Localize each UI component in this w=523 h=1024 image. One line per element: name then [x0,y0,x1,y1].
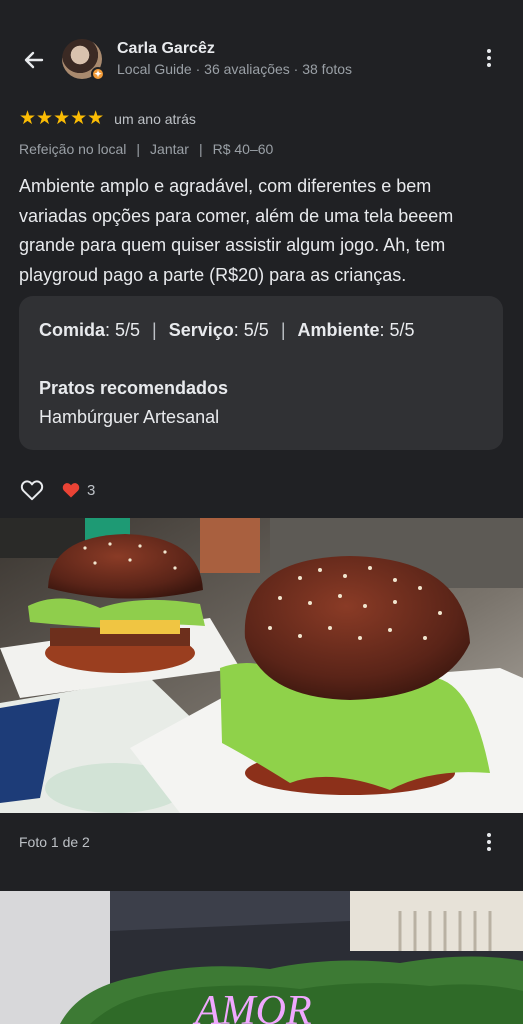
reaction-count-value: 3 [87,481,96,499]
arrow-left-icon [24,51,44,69]
more-vert-icon [479,45,499,67]
star-rating: ★★★★★ [19,108,105,129]
review-header: ✦ Carla Garcêz Local Guide · 36 avaliaçõ… [0,0,523,100]
photo-more-options-button[interactable] [479,829,499,857]
heart-outline-icon [20,480,44,501]
back-button[interactable] [18,44,50,76]
neon-sign-text: AMOR [192,988,312,1024]
tag-price: R$ 40–60 [212,141,274,157]
review-tags: Refeição no local | Jantar | R$ 40–60 [19,141,273,157]
review-date: um ano atrás [114,110,196,127]
review-photo-burgers[interactable] [0,518,523,813]
aspect-scores: Comida: 5/5 | Serviço: 5/5 | Ambiente: 5… [39,320,415,341]
more-options-button[interactable] [479,45,499,73]
heart-filled-icon [62,483,80,498]
review-details-card: Comida: 5/5 | Serviço: 5/5 | Ambiente: 5… [19,296,503,450]
more-vert-icon [479,829,499,851]
rating-row: ★★★★★ um ano atrás [19,107,196,130]
reaction-bar: 3 [19,477,95,503]
local-guide-badge-icon: ✦ [91,67,105,81]
score-value-service: : 5/5 [233,320,269,340]
score-value-ambience: : 5/5 [379,320,415,340]
reaction-count[interactable]: 3 [61,480,95,500]
reviewer-meta: Local Guide · 36 avaliações · 38 fotos [117,61,353,77]
divider: | [198,141,203,157]
divider: | [152,320,157,340]
score-value-food: : 5/5 [105,320,141,340]
avatar[interactable]: ✦ [62,39,105,81]
score-label-ambience: Ambiente [297,320,380,340]
photo-counter: Foto 1 de 2 [19,834,90,850]
recommended-dishes-title: Pratos recomendados [39,378,229,398]
reviewer-name[interactable]: Carla Garcêz [117,40,215,58]
score-label-service: Serviço [168,320,234,340]
divider: | [280,320,286,340]
like-button[interactable] [19,477,45,503]
tag-service-type: Refeição no local [19,141,127,157]
tag-meal-type: Jantar [150,141,189,157]
score-label-food: Comida [39,320,106,340]
review-photo-neon-sign[interactable]: AMOR [0,891,523,1024]
recommended-dishes-value: Hambúrguer Artesanal [39,407,220,427]
review-text: Ambiente amplo e agradável, com diferent… [19,176,454,285]
divider: | [136,141,141,157]
